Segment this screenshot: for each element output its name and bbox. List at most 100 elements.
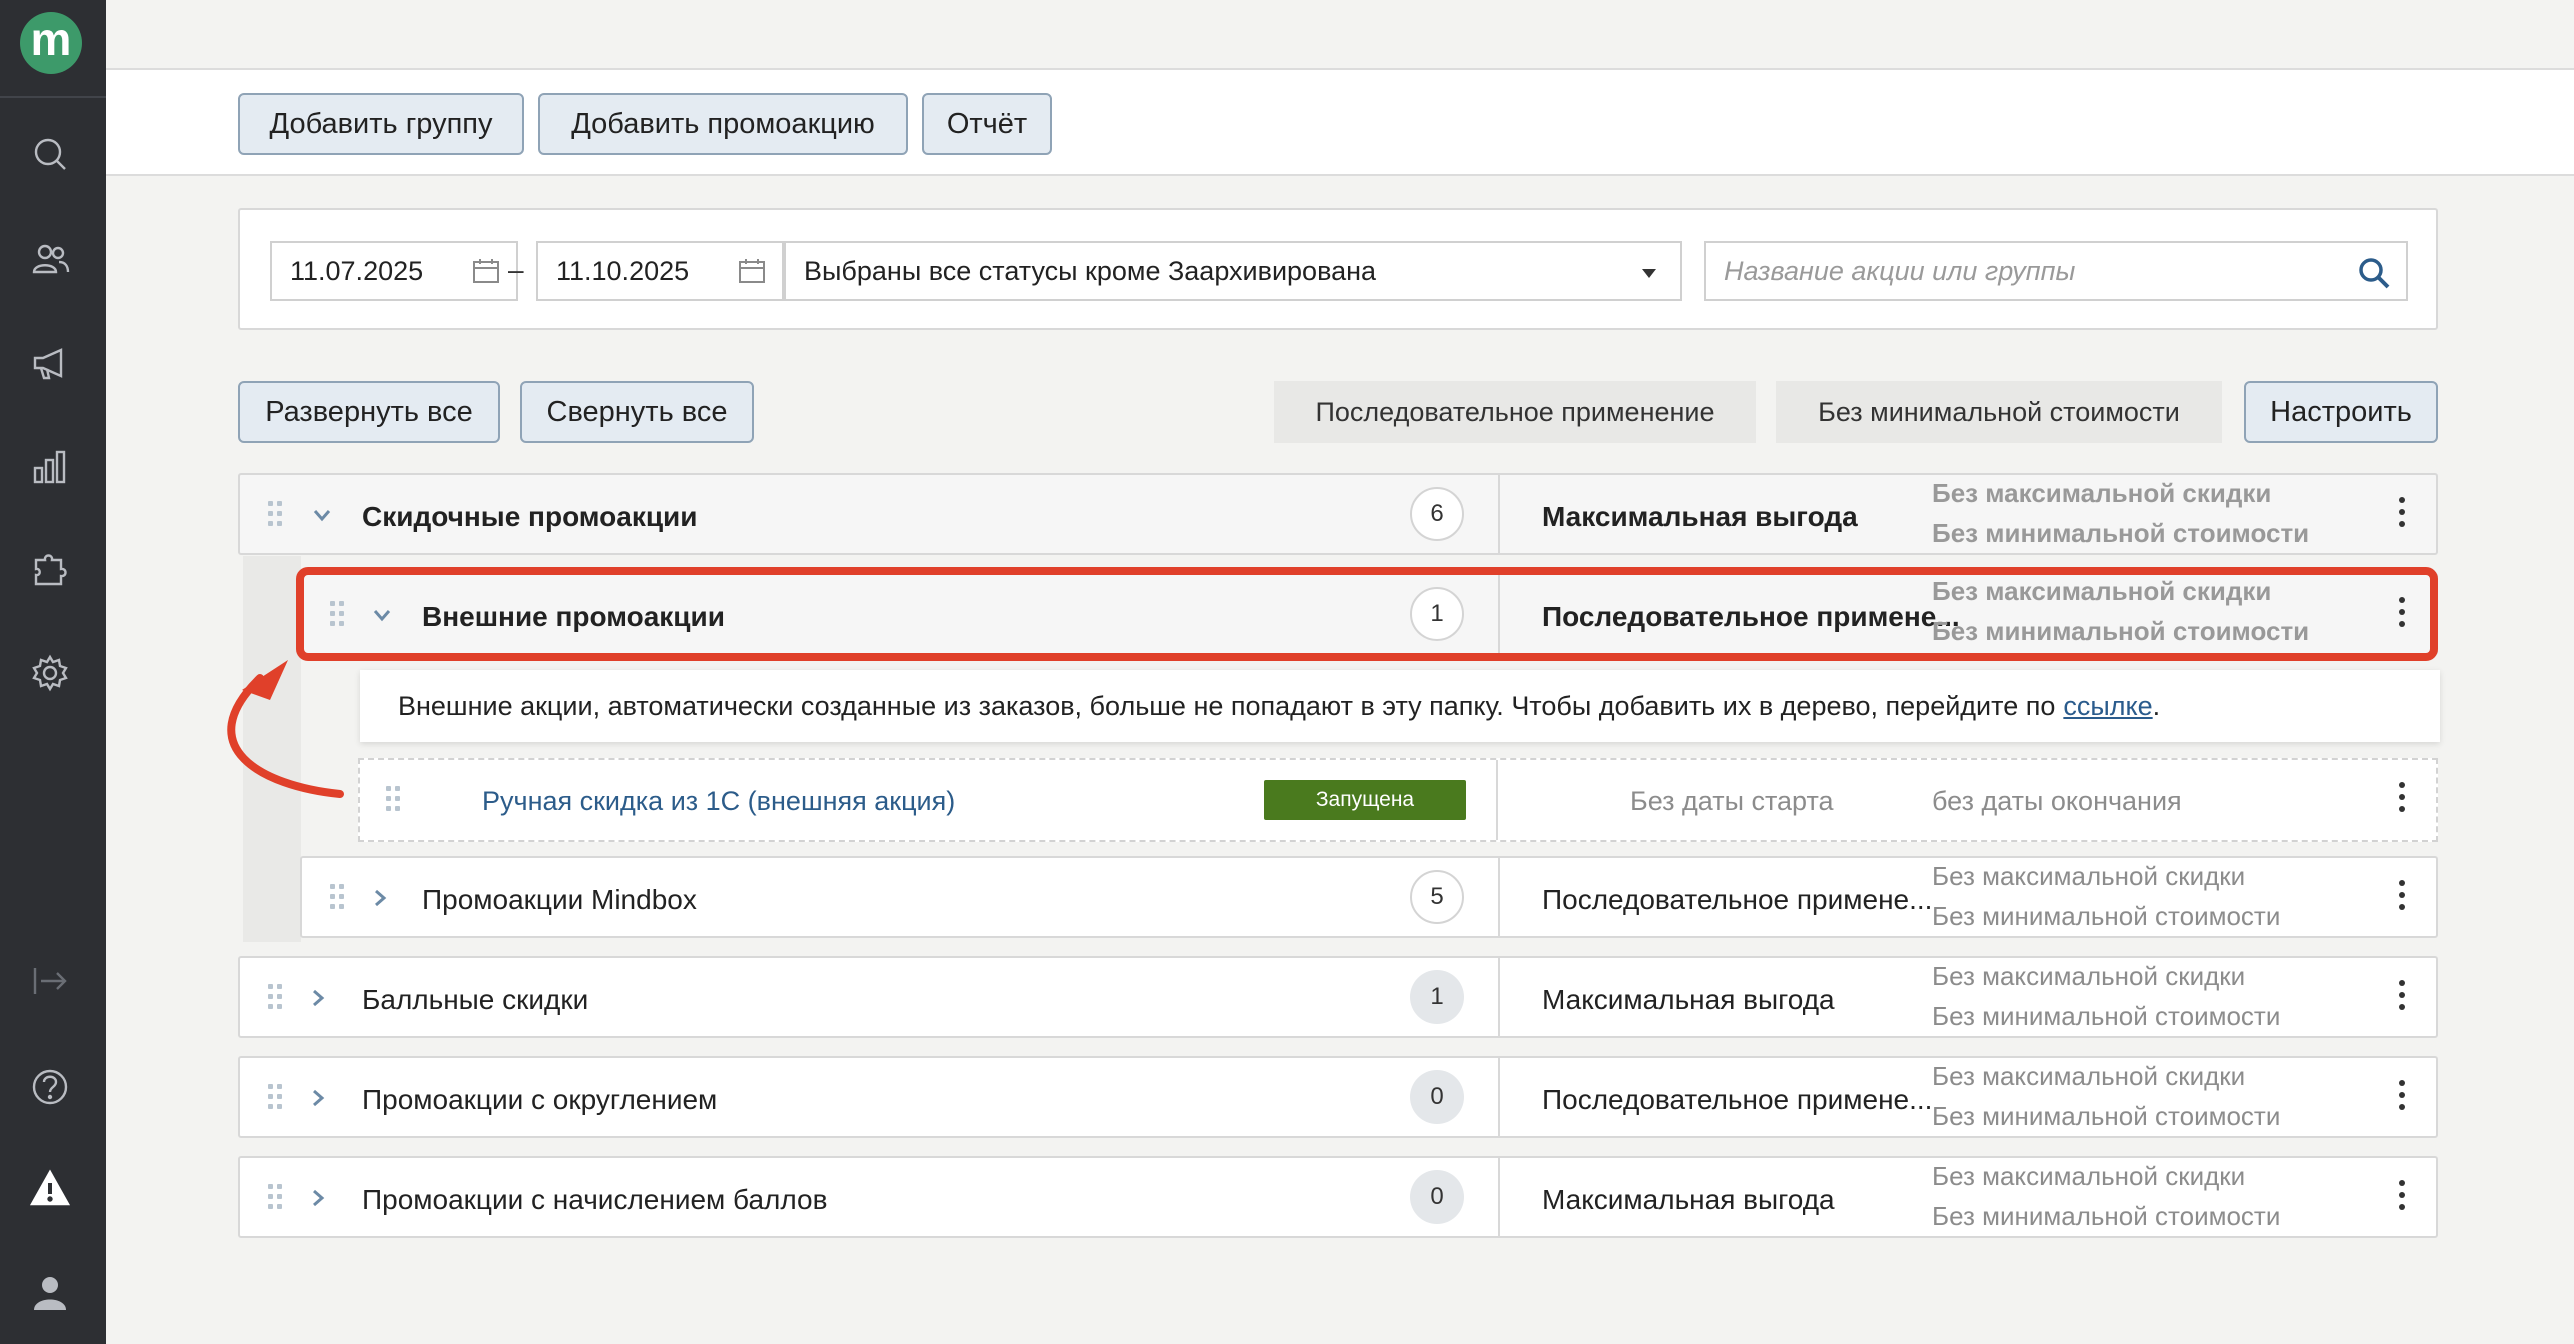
- status-badge: Запущена: [1264, 780, 1466, 820]
- help-icon[interactable]: [27, 1064, 73, 1110]
- group-name: Балльные скидки: [362, 984, 589, 1015]
- column-divider: [1498, 1058, 1500, 1136]
- application-mode-chip: Последовательное применение: [1274, 381, 1756, 443]
- bar-chart-icon[interactable]: [27, 444, 73, 490]
- chevron-right-icon[interactable]: [308, 988, 328, 1008]
- status-select-value: Выбраны все статусы кроме Заархивирована: [804, 255, 1377, 286]
- more-menu-icon[interactable]: [2396, 1180, 2406, 1214]
- status-select[interactable]: Выбраны все статусы кроме Заархивирована: [784, 241, 1682, 301]
- info-text: Внешние акции, автоматически созданные и…: [398, 690, 2056, 721]
- drag-handle-icon[interactable]: [386, 786, 406, 814]
- group-limit-discount: Без максимальной скидки: [1932, 961, 2246, 991]
- group-row[interactable]: Промоакции Mindbox 5 Последовательное пр…: [300, 856, 2438, 938]
- chevron-right-icon[interactable]: [370, 888, 390, 908]
- search-icon[interactable]: [2356, 255, 2392, 291]
- drag-handle-icon[interactable]: [268, 1084, 288, 1112]
- add-group-button[interactable]: Добавить группу: [238, 93, 524, 155]
- group-mode: Максимальная выгода: [1542, 984, 1835, 1015]
- group-limit-discount: Без максимальной скидки: [1932, 1161, 2246, 1191]
- group-row[interactable]: Промоакции с округлением 0 Последователь…: [238, 1056, 2438, 1138]
- column-divider: [1496, 760, 1498, 840]
- expand-all-button[interactable]: Развернуть все: [238, 381, 500, 443]
- promo-row[interactable]: Ручная скидка из 1С (внешняя акция) Запу…: [358, 758, 2438, 842]
- group-mode: Последовательное примене...: [1542, 601, 1960, 632]
- date-from-field[interactable]: 11.07.2025: [270, 241, 518, 301]
- group-row[interactable]: Скидочные промоакции 6 Максимальная выго…: [238, 473, 2438, 555]
- search-icon[interactable]: [27, 131, 73, 177]
- warning-icon[interactable]: [27, 1166, 73, 1212]
- drag-handle-icon[interactable]: [330, 884, 350, 912]
- column-divider: [1498, 575, 1500, 653]
- drag-handle-icon[interactable]: [268, 501, 288, 529]
- group-limit-discount: Без максимальной скидки: [1932, 478, 2272, 508]
- group-limit-cost: Без минимальной стоимости: [1932, 901, 2281, 931]
- group-name: Промоакции с округлением: [362, 1084, 718, 1115]
- search-placeholder: Название акции или группы: [1724, 255, 2076, 286]
- sidebar-divider: [0, 96, 106, 98]
- column-divider: [1498, 858, 1500, 936]
- group-name: Промоакции Mindbox: [422, 884, 697, 915]
- group-mode: Максимальная выгода: [1542, 501, 1858, 532]
- group-count: 0: [1410, 1070, 1464, 1124]
- report-button[interactable]: Отчёт: [922, 93, 1052, 155]
- group-name: Внешние промоакции: [422, 601, 725, 632]
- promo-name-link[interactable]: Ручная скидка из 1С (внешняя акция): [482, 786, 955, 817]
- puzzle-icon[interactable]: [27, 546, 73, 592]
- more-menu-icon[interactable]: [2396, 880, 2406, 914]
- group-name: Скидочные промоакции: [362, 501, 698, 532]
- nested-indent: [243, 556, 301, 942]
- profile-icon[interactable]: [27, 1270, 73, 1316]
- more-menu-icon[interactable]: [2396, 782, 2406, 816]
- info-link[interactable]: ссылке: [2063, 691, 2152, 722]
- group-row[interactable]: Внешние промоакции 1 Последовательное пр…: [300, 573, 2438, 655]
- group-limit-discount: Без максимальной скидки: [1932, 576, 2272, 606]
- action-bar: Добавить группу Добавить промоакцию Отчё…: [106, 70, 2574, 176]
- info-banner: Внешние акции, автоматически созданные и…: [360, 670, 2440, 742]
- collapse-all-button[interactable]: Свернуть все: [520, 381, 754, 443]
- group-count: 5: [1410, 870, 1464, 924]
- group-name: Промоакции с начислением баллов: [362, 1184, 828, 1215]
- group-row[interactable]: Балльные скидки 1 Максимальная выгода Бе…: [238, 956, 2438, 1038]
- search-input[interactable]: Название акции или группы: [1704, 241, 2408, 301]
- date-to-value: 11.10.2025: [556, 255, 690, 286]
- drag-handle-icon[interactable]: [330, 601, 350, 629]
- group-mode: Последовательное примене...: [1542, 884, 1933, 915]
- sidebar: m: [0, 0, 106, 1344]
- drag-handle-icon[interactable]: [268, 984, 288, 1012]
- dropdown-arrow-icon: [1642, 269, 1656, 278]
- more-menu-icon[interactable]: [2396, 497, 2406, 531]
- group-count: 1: [1410, 970, 1464, 1024]
- app-logo[interactable]: m: [20, 12, 82, 74]
- chevron-down-icon[interactable]: [312, 505, 332, 525]
- users-icon[interactable]: [27, 236, 73, 282]
- chevron-right-icon[interactable]: [308, 1188, 328, 1208]
- promo-start-date: Без даты старта: [1630, 786, 1834, 816]
- chevron-down-icon[interactable]: [372, 605, 392, 625]
- min-cost-chip: Без минимальной стоимости: [1776, 381, 2222, 443]
- group-mode: Максимальная выгода: [1542, 1184, 1835, 1215]
- top-bar: [106, 0, 2574, 70]
- gear-icon[interactable]: [27, 650, 73, 696]
- more-menu-icon[interactable]: [2396, 597, 2406, 631]
- column-divider: [1498, 958, 1500, 1036]
- logout-icon[interactable]: [27, 958, 73, 1004]
- column-divider: [1498, 1158, 1500, 1236]
- calendar-icon[interactable]: [472, 257, 500, 285]
- date-from-value: 11.07.2025: [290, 255, 424, 286]
- more-menu-icon[interactable]: [2396, 980, 2406, 1014]
- group-row[interactable]: Промоакции с начислением баллов 0 Максим…: [238, 1156, 2438, 1238]
- add-promo-button[interactable]: Добавить промоакцию: [538, 93, 908, 155]
- configure-button[interactable]: Настроить: [2244, 381, 2438, 443]
- group-limit-discount: Без максимальной скидки: [1932, 1061, 2246, 1091]
- group-limit-cost: Без минимальной стоимости: [1932, 1001, 2281, 1031]
- drag-handle-icon[interactable]: [268, 1184, 288, 1212]
- group-limit-cost: Без минимальной стоимости: [1932, 1101, 2281, 1131]
- column-divider: [1498, 475, 1500, 553]
- more-menu-icon[interactable]: [2396, 1080, 2406, 1114]
- group-count: 6: [1410, 487, 1464, 541]
- chevron-right-icon[interactable]: [308, 1088, 328, 1108]
- group-limit-discount: Без максимальной скидки: [1932, 861, 2246, 891]
- calendar-icon[interactable]: [738, 257, 766, 285]
- date-to-field[interactable]: 11.10.2025: [536, 241, 784, 301]
- megaphone-icon[interactable]: [27, 340, 73, 386]
